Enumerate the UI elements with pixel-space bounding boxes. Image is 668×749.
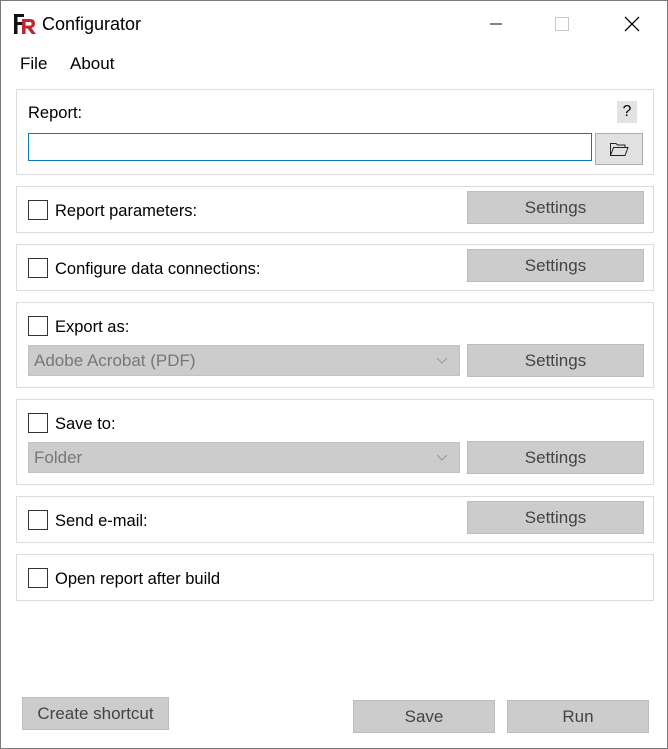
fastreport-logo-icon: [14, 14, 36, 34]
export-settings-button[interactable]: Settings: [467, 344, 644, 377]
report-parameters-label: Report parameters:: [55, 202, 198, 220]
open-after-build-group: Open report after build: [16, 554, 654, 601]
maximize-button[interactable]: [529, 1, 595, 47]
folder-open-icon: [609, 143, 629, 156]
settings-label: Settings: [524, 350, 587, 370]
settings-label: Settings: [524, 197, 587, 217]
send-email-settings-button[interactable]: Settings: [467, 501, 644, 534]
save-to-label: Save to:: [55, 415, 116, 433]
create-shortcut-button[interactable]: Create shortcut: [22, 697, 169, 730]
chevron-down-icon: [436, 454, 448, 461]
export-label: Export as:: [55, 318, 130, 336]
send-email-group: Send e-mail: Settings: [16, 496, 654, 543]
open-after-build-checkbox[interactable]: [28, 568, 48, 588]
data-connections-settings-button[interactable]: Settings: [467, 249, 644, 282]
export-checkbox[interactable]: [28, 316, 48, 336]
minimize-icon: [490, 23, 502, 25]
report-path-input[interactable]: [28, 133, 592, 161]
settings-label: Settings: [524, 507, 587, 527]
configurator-window: Configurator File About Report: ? Report…: [0, 0, 668, 749]
export-format-value: Adobe Acrobat (PDF): [34, 350, 196, 370]
data-connections-checkbox[interactable]: [28, 258, 48, 278]
send-email-label: Send e-mail:: [55, 512, 148, 530]
title-bar: Configurator: [1, 1, 667, 47]
run-label: Run: [562, 706, 594, 726]
save-destination-value: Folder: [34, 447, 83, 467]
close-button[interactable]: [599, 1, 665, 47]
save-destination-select[interactable]: Folder: [28, 442, 460, 473]
export-format-select[interactable]: Adobe Acrobat (PDF): [28, 345, 460, 376]
save-button[interactable]: Save: [353, 700, 495, 733]
create-shortcut-label: Create shortcut: [37, 703, 154, 723]
save-to-checkbox[interactable]: [28, 413, 48, 433]
report-parameters-settings-button[interactable]: Settings: [467, 191, 644, 224]
maximize-icon: [555, 17, 569, 31]
menu-bar: File About: [1, 51, 667, 77]
report-parameters-group: Report parameters: Settings: [16, 186, 654, 233]
menu-about[interactable]: About: [70, 54, 114, 74]
export-group: Export as: Adobe Acrobat (PDF) Settings: [16, 302, 654, 388]
minimize-button[interactable]: [463, 1, 529, 47]
save-label: Save: [404, 706, 444, 726]
report-label: Report:: [28, 104, 83, 122]
save-to-settings-button[interactable]: Settings: [467, 441, 644, 474]
chevron-down-icon: [436, 357, 448, 364]
run-button[interactable]: Run: [507, 700, 649, 733]
settings-label: Settings: [524, 447, 587, 467]
menu-file[interactable]: File: [20, 54, 47, 74]
window-title: Configurator: [42, 14, 142, 34]
report-parameters-checkbox[interactable]: [28, 200, 48, 220]
settings-label: Settings: [524, 255, 587, 275]
help-button[interactable]: ?: [617, 101, 637, 123]
data-connections-label: Configure data connections:: [55, 260, 261, 278]
close-icon: [624, 16, 640, 32]
help-label: ?: [622, 103, 632, 120]
save-to-group: Save to: Folder Settings: [16, 399, 654, 485]
send-email-checkbox[interactable]: [28, 510, 48, 530]
open-after-build-label: Open report after build: [55, 570, 221, 588]
report-group: Report: ?: [16, 89, 654, 175]
browse-report-button[interactable]: [595, 133, 643, 165]
data-connections-group: Configure data connections: Settings: [16, 244, 654, 291]
